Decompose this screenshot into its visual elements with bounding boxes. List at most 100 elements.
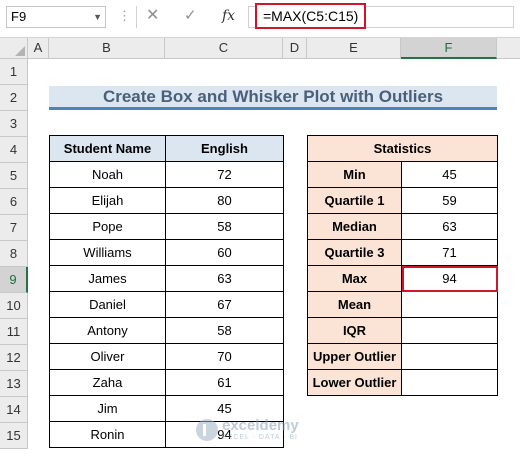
stat-label-cell[interactable]: Upper Outlier: [307, 343, 402, 370]
table-row: Lower Outlier: [307, 369, 498, 396]
table-row: James 63: [49, 265, 284, 292]
english-score-cell[interactable]: 70: [165, 343, 284, 370]
stat-label-cell[interactable]: Min: [307, 161, 402, 188]
student-name-cell[interactable]: Pope: [49, 213, 166, 240]
header-statistics[interactable]: Statistics: [307, 135, 498, 162]
table-row: Zaha 61: [49, 369, 284, 396]
student-name-cell[interactable]: Jim: [49, 395, 166, 422]
table-row: Pope 58: [49, 213, 284, 240]
stat-value-cell[interactable]: 71: [401, 239, 498, 266]
table-row: Max 94: [307, 265, 498, 292]
english-score-cell[interactable]: 67: [165, 291, 284, 318]
row-header-3[interactable]: 3: [0, 111, 28, 137]
stat-value-cell[interactable]: [401, 317, 498, 344]
row-header-13[interactable]: 13: [0, 371, 28, 397]
select-all-button[interactable]: [0, 38, 28, 59]
insert-function-icon[interactable]: fx: [222, 5, 235, 27]
row-header-14[interactable]: 14: [0, 397, 28, 423]
formula-bar-divider: [136, 6, 137, 28]
student-name-cell[interactable]: Antony: [49, 317, 166, 344]
row-header-15[interactable]: 15: [0, 423, 28, 449]
column-header-b[interactable]: B: [49, 38, 165, 59]
table-row: Mean: [307, 291, 498, 318]
row-header-4[interactable]: 4: [0, 137, 28, 163]
row-header-8[interactable]: 8: [0, 241, 28, 267]
watermark-name: exceldemy: [222, 417, 299, 434]
statistics-table: Statistics Min 45 Quartile 1 59 Median 6…: [307, 135, 498, 396]
row-header-12[interactable]: 12: [0, 345, 28, 371]
header-english[interactable]: English: [165, 135, 284, 162]
table-row: Elijah 80: [49, 187, 284, 214]
student-name-cell[interactable]: Ronin: [49, 421, 166, 448]
row-header-10[interactable]: 10: [0, 293, 28, 319]
header-student-name[interactable]: Student Name: [49, 135, 166, 162]
english-score-cell[interactable]: 58: [165, 213, 284, 240]
stat-value-cell[interactable]: 45: [401, 161, 498, 188]
english-score-cell[interactable]: 61: [165, 369, 284, 396]
english-score-cell[interactable]: 72: [165, 161, 284, 188]
table-row: Upper Outlier: [307, 343, 498, 370]
sheet-title[interactable]: Create Box and Whisker Plot with Outlier…: [49, 86, 497, 110]
row-header-6[interactable]: 6: [0, 189, 28, 215]
stat-label-cell[interactable]: Lower Outlier: [307, 369, 402, 396]
stat-value-cell[interactable]: [401, 369, 498, 396]
watermark-tagline: EXCEL · DATA · BI: [222, 434, 298, 441]
stat-label-cell[interactable]: Quartile 1: [307, 187, 402, 214]
stat-value-cell[interactable]: 59: [401, 187, 498, 214]
watermark: exceldemy EXCEL · DATA · BI: [196, 418, 299, 442]
stat-label-cell[interactable]: Max: [307, 265, 402, 292]
chevron-down-icon[interactable]: ▼: [93, 7, 102, 27]
name-box[interactable]: F9 ▼: [6, 6, 106, 28]
english-score-cell[interactable]: 58: [165, 317, 284, 344]
table-row: Oliver 70: [49, 343, 284, 370]
row-header-5[interactable]: 5: [0, 163, 28, 189]
student-scores-table: Student Name English Noah 72 Elijah 80 P…: [49, 135, 284, 448]
student-name-cell[interactable]: Daniel: [49, 291, 166, 318]
english-score-cell[interactable]: 80: [165, 187, 284, 214]
stat-value-cell[interactable]: [401, 291, 498, 318]
formula-text[interactable]: =MAX(C5:C15): [255, 3, 367, 29]
english-score-cell[interactable]: 60: [165, 239, 284, 266]
column-header-e[interactable]: E: [307, 38, 401, 59]
watermark-text: exceldemy EXCEL · DATA · BI: [222, 418, 299, 442]
enter-icon[interactable]: ✓: [184, 5, 197, 27]
table-row: Median 63: [307, 213, 498, 240]
student-name-cell[interactable]: Williams: [49, 239, 166, 266]
stat-label-cell[interactable]: Median: [307, 213, 402, 240]
column-header-a[interactable]: A: [28, 38, 49, 59]
row-header-1[interactable]: 1: [0, 59, 28, 85]
table-header-row: Student Name English: [49, 135, 284, 162]
column-header-c[interactable]: C: [165, 38, 283, 59]
more-options-icon[interactable]: ⋮: [118, 6, 131, 26]
student-name-cell[interactable]: Oliver: [49, 343, 166, 370]
table-row: Antony 58: [49, 317, 284, 344]
table-row: Daniel 67: [49, 291, 284, 318]
row-header-2[interactable]: 2: [0, 85, 28, 111]
stat-label-cell[interactable]: IQR: [307, 317, 402, 344]
row-header-11[interactable]: 11: [0, 319, 28, 345]
english-score-cell[interactable]: 63: [165, 265, 284, 292]
student-name-cell[interactable]: Noah: [49, 161, 166, 188]
name-box-value: F9: [11, 9, 27, 24]
table-row: Quartile 1 59: [307, 187, 498, 214]
select-all-triangle-icon: [15, 46, 25, 56]
stat-label-cell[interactable]: Quartile 3: [307, 239, 402, 266]
row-header-9[interactable]: 9: [0, 267, 28, 293]
column-header-g[interactable]: [497, 38, 520, 59]
student-name-cell[interactable]: Zaha: [49, 369, 166, 396]
stat-value-cell[interactable]: [401, 343, 498, 370]
student-name-cell[interactable]: James: [49, 265, 166, 292]
column-header-f[interactable]: F: [401, 38, 497, 59]
student-name-cell[interactable]: Elijah: [49, 187, 166, 214]
row-header-7[interactable]: 7: [0, 215, 28, 241]
table-row: Min 45: [307, 161, 498, 188]
table-row: Williams 60: [49, 239, 284, 266]
selected-cell-max-value[interactable]: 94: [401, 265, 498, 292]
table-header-row: Statistics: [307, 135, 498, 162]
table-row: IQR: [307, 317, 498, 344]
table-row: Noah 72: [49, 161, 284, 188]
cancel-icon[interactable]: ✕: [146, 5, 159, 27]
column-header-d[interactable]: D: [283, 38, 307, 59]
stat-value-cell[interactable]: 63: [401, 213, 498, 240]
stat-label-cell[interactable]: Mean: [307, 291, 402, 318]
